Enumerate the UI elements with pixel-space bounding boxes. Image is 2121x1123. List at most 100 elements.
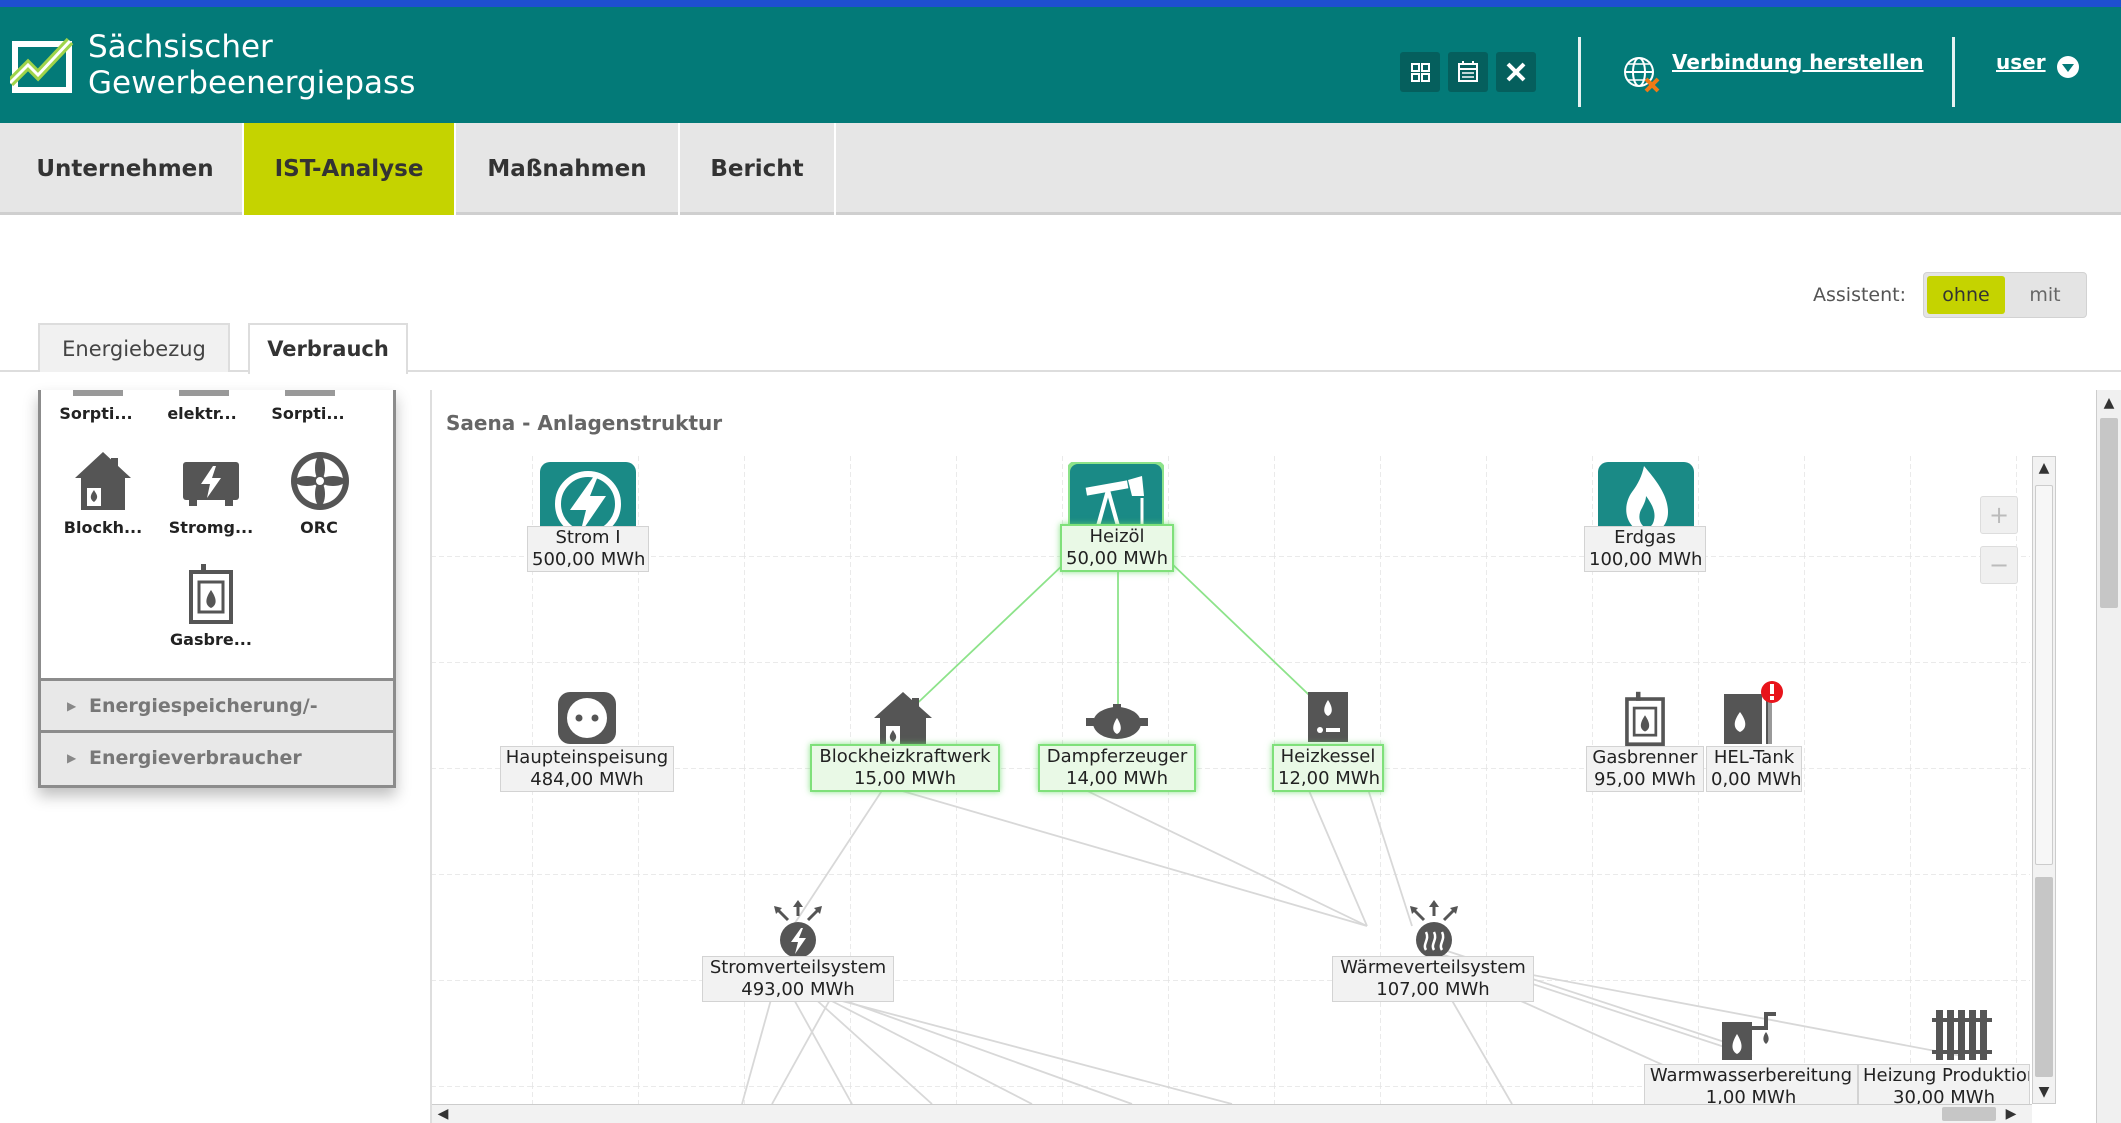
grid-view-button[interactable] bbox=[1400, 52, 1440, 92]
tab-ist-analyse[interactable]: IST-Analyse bbox=[244, 123, 456, 215]
main-navigation: Unternehmen IST-Analyse Maßnahmen Berich… bbox=[0, 123, 2121, 215]
scroll-up-icon[interactable]: ▲ bbox=[2098, 392, 2120, 414]
node-waermeverteilsystem[interactable]: Wärmeverteilsystem 107,00 MWh bbox=[1332, 956, 1534, 1002]
connect-link[interactable]: Verbindung herstellen bbox=[1672, 50, 1924, 74]
expand-arrow-icon: ▶ bbox=[67, 699, 77, 713]
palette-item-stromgen[interactable]: Stromg... bbox=[161, 518, 261, 537]
scroll-thumb[interactable] bbox=[1942, 1107, 1996, 1121]
diagram-horizontal-scrollbar[interactable]: ◀ ▶ bbox=[432, 1104, 2032, 1123]
node-waermevert-name: Wärmeverteilsystem bbox=[1340, 957, 1526, 978]
fan-icon[interactable] bbox=[289, 450, 351, 512]
node-stromvert-value: 493,00 MWh bbox=[741, 979, 855, 1000]
node-haupteinspeisung[interactable]: Haupteinspeisung 484,00 MWh bbox=[500, 746, 674, 792]
diagram-vertical-scrollbar[interactable]: ▲ ▼ bbox=[2032, 456, 2056, 1104]
palette-item-orc[interactable]: ORC bbox=[269, 518, 369, 537]
node-strom[interactable]: Strom I 500,00 MWh bbox=[527, 526, 649, 572]
palette-item-gasbrenner[interactable]: Gasbre... bbox=[161, 630, 261, 649]
steam-generator-icon[interactable] bbox=[1086, 704, 1148, 742]
globe-disconnected-icon bbox=[1624, 57, 1660, 93]
close-button[interactable] bbox=[1496, 52, 1536, 92]
chp-house-icon[interactable] bbox=[872, 690, 934, 748]
node-haupteinspeisung-name: Haupteinspeisung bbox=[505, 747, 669, 768]
header-divider bbox=[1952, 37, 1955, 107]
node-heltank-value: 0,00 MWh bbox=[1711, 769, 1802, 790]
node-blockheizkraftwerk[interactable]: Blockheizkraftwerk 15,00 MWh bbox=[810, 744, 1000, 792]
app-logo-icon bbox=[10, 37, 74, 93]
diagram-title: Saena - Anlagenstruktur bbox=[446, 411, 723, 435]
power-distribution-icon[interactable] bbox=[770, 900, 826, 960]
grid-icon bbox=[1411, 63, 1430, 82]
scroll-left-icon[interactable]: ◀ bbox=[432, 1103, 454, 1123]
palette-item-electric[interactable]: elektr... bbox=[152, 404, 252, 423]
top-accent-line bbox=[0, 0, 2121, 7]
node-heizkessel-name: Heizkessel bbox=[1280, 746, 1376, 767]
scroll-thumb[interactable] bbox=[2100, 418, 2118, 608]
gas-burner-icon[interactable] bbox=[1622, 690, 1668, 746]
node-heizoel-value: 50,00 MWh bbox=[1066, 548, 1168, 569]
calendar-icon bbox=[1458, 61, 1478, 82]
page-vertical-scrollbar[interactable]: ▲ bbox=[2096, 390, 2121, 1123]
zoom-out-button[interactable]: − bbox=[1980, 546, 2018, 584]
generator-icon[interactable] bbox=[181, 456, 241, 508]
assistant-option-mit[interactable]: mit bbox=[2006, 276, 2084, 314]
subtab-energiebezug[interactable]: Energiebezug bbox=[38, 323, 230, 372]
node-haupteinspeisung-value: 484,00 MWh bbox=[530, 769, 644, 790]
chp-house-icon[interactable] bbox=[73, 450, 133, 512]
hot-water-icon[interactable] bbox=[1720, 1008, 1780, 1062]
scroll-up-icon[interactable]: ▲ bbox=[2033, 457, 2055, 479]
tab-massnahmen[interactable]: Maßnahmen bbox=[456, 123, 680, 215]
gas-burner-icon[interactable] bbox=[187, 562, 235, 624]
section-energiespeicherung[interactable]: ▶ Energiespeicherung/-transport bbox=[41, 678, 393, 767]
assistant-toggle[interactable]: ohne mit bbox=[1923, 272, 2087, 318]
app-title: Sächsischer Gewerbeenergiepass bbox=[88, 29, 415, 101]
scroll-thumb[interactable] bbox=[2035, 485, 2053, 865]
node-stromverteilsystem[interactable]: Stromverteilsystem 493,00 MWh bbox=[702, 956, 894, 1002]
electric-icon bbox=[179, 390, 229, 396]
header-divider bbox=[1578, 37, 1581, 107]
node-dampf-name: Dampferzeuger bbox=[1046, 746, 1188, 767]
user-menu-link[interactable]: user bbox=[1996, 50, 2046, 74]
node-strom-value: 500,00 MWh bbox=[532, 549, 646, 570]
node-gasbrenner[interactable]: Gasbrenner 95,00 MWh bbox=[1586, 746, 1704, 792]
radiator-icon[interactable] bbox=[1932, 1008, 1994, 1062]
section-label: Energieverbraucher bbox=[89, 747, 302, 769]
app-title-line1: Sächsischer bbox=[88, 29, 273, 65]
palette-item-sorption-2[interactable]: Sorpti... bbox=[258, 404, 358, 423]
section-energieverbraucher[interactable]: ▶ Energieverbraucher bbox=[41, 730, 393, 785]
socket-icon[interactable] bbox=[556, 690, 618, 746]
node-hel-tank[interactable]: HEL-Tank 0,00 MWh bbox=[1706, 746, 1802, 792]
node-heizoel-name: Heizöl bbox=[1089, 526, 1145, 547]
scroll-right-icon[interactable]: ▶ bbox=[2000, 1103, 2022, 1123]
node-warmwasser-name: Warmwasserbereitung bbox=[1649, 1065, 1853, 1086]
node-dampferzeuger[interactable]: Dampferzeuger 14,00 MWh bbox=[1038, 744, 1196, 792]
assistant-option-ohne[interactable]: ohne bbox=[1927, 276, 2005, 314]
assistant-label: Assistent: bbox=[1813, 284, 1907, 306]
node-heizkessel[interactable]: Heizkessel 12,00 MWh bbox=[1272, 744, 1384, 792]
close-icon bbox=[1506, 62, 1526, 82]
calendar-button[interactable] bbox=[1448, 52, 1488, 92]
node-strom-name: Strom I bbox=[555, 527, 621, 548]
palette-item-blockheiz[interactable]: Blockh... bbox=[53, 518, 153, 537]
heat-distribution-icon[interactable] bbox=[1406, 900, 1462, 960]
tab-bericht[interactable]: Bericht bbox=[680, 123, 836, 215]
node-gasbrenner-value: 95,00 MWh bbox=[1594, 769, 1696, 790]
node-erdgas[interactable]: Erdgas 100,00 MWh bbox=[1584, 526, 1706, 572]
component-palette: Sorpti... elektr... Sorpti... Blockh... … bbox=[38, 390, 396, 788]
scroll-down-icon[interactable]: ▼ bbox=[2033, 1081, 2055, 1103]
zoom-in-button[interactable]: + bbox=[1980, 496, 2018, 534]
node-heizoel[interactable]: Heizöl 50,00 MWh bbox=[1060, 524, 1174, 572]
node-bhkw-value: 15,00 MWh bbox=[854, 768, 956, 789]
app-header: Sächsischer Gewerbeenergiepass Verbindun… bbox=[0, 7, 2121, 123]
node-stromvert-name: Stromverteilsystem bbox=[709, 957, 887, 978]
boiler-icon[interactable] bbox=[1306, 690, 1350, 744]
sorption-icon bbox=[285, 390, 335, 396]
tab-unternehmen[interactable]: Unternehmen bbox=[8, 123, 244, 215]
node-erdgas-name: Erdgas bbox=[1614, 527, 1676, 548]
tank-icon[interactable] bbox=[1722, 680, 1784, 746]
scroll-thumb[interactable] bbox=[2035, 877, 2053, 1077]
palette-item-sorption[interactable]: Sorpti... bbox=[46, 404, 146, 423]
node-gasbrenner-name: Gasbrenner bbox=[1592, 747, 1698, 768]
expand-arrow-icon: ▶ bbox=[67, 751, 77, 765]
subtab-verbrauch[interactable]: Verbrauch bbox=[248, 323, 408, 374]
chevron-down-icon[interactable] bbox=[2056, 55, 2080, 79]
